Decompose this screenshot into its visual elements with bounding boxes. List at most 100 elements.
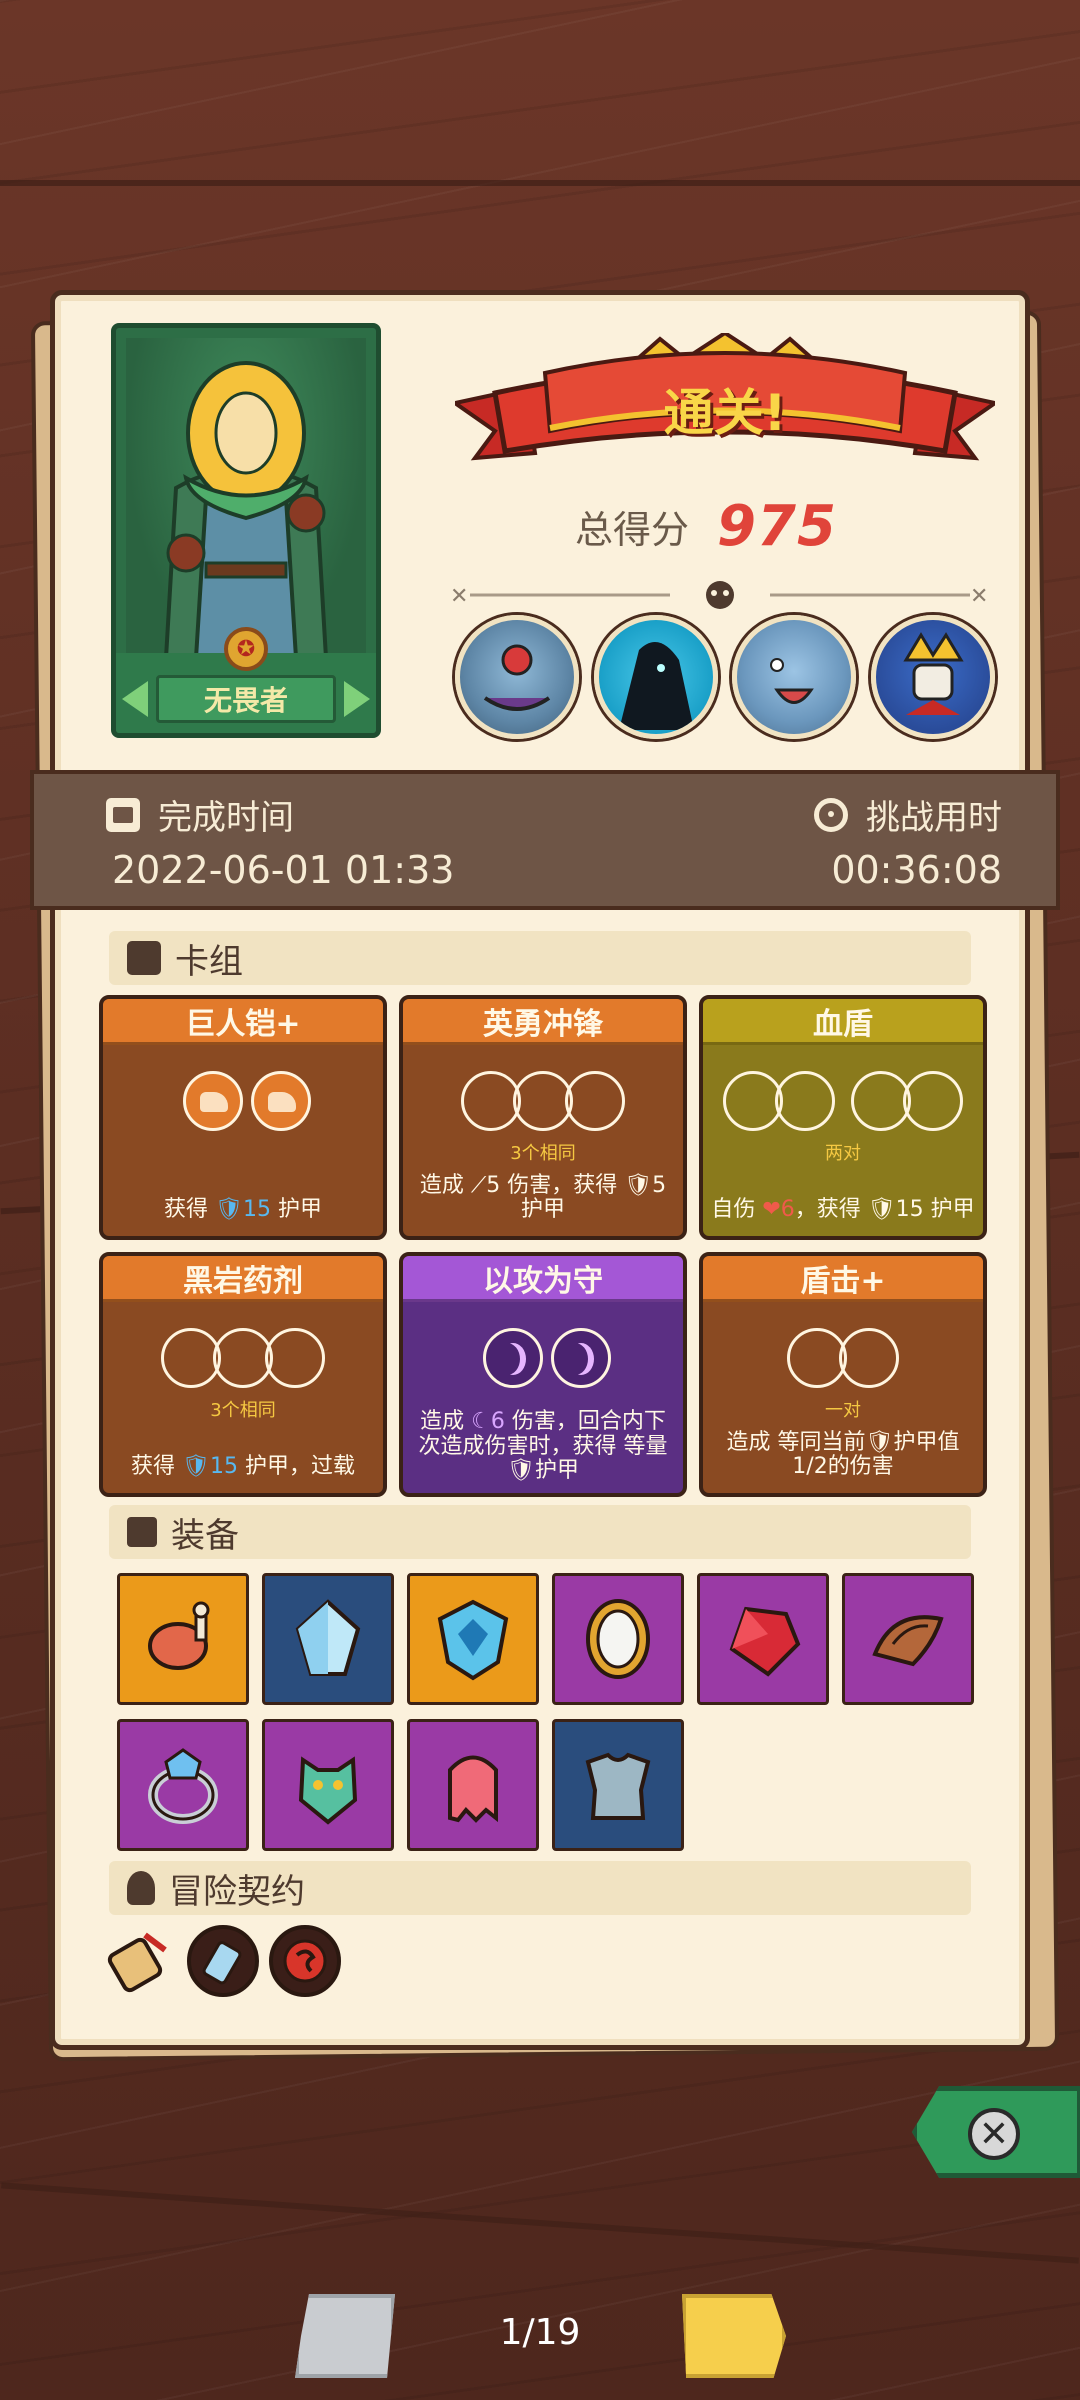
- score-value: 975: [717, 493, 837, 559]
- dice-slots: [103, 1071, 383, 1135]
- card-description: 获得 🛡15 护甲，过载: [131, 1453, 355, 1479]
- mirror-icon[interactable]: [552, 1573, 684, 1705]
- dice-slot-icon: [775, 1071, 835, 1131]
- defeated-bosses: [455, 615, 995, 745]
- dice-slots: [703, 1071, 983, 1135]
- dice-slot-icon: [513, 1071, 573, 1131]
- prev-hero-arrow-icon[interactable]: [122, 681, 148, 717]
- card-title: 巨人铠+: [103, 999, 383, 1045]
- crossed-swords-divider-icon: ✕ ✕: [450, 581, 988, 609]
- completion-time-header: 完成时间: [106, 790, 294, 839]
- close-icon[interactable]: ✕: [968, 2108, 1020, 2160]
- card-brave-charge[interactable]: 英勇冲锋 3个相同 造成 ⟋5 伤害，获得 🛡5 护甲: [399, 995, 687, 1240]
- dice-slot-icon: [265, 1328, 325, 1388]
- dice-slot-icon: [461, 1071, 521, 1131]
- next-page-button[interactable]: [682, 2294, 786, 2378]
- card-condition: 一对: [825, 1400, 861, 1421]
- card-blackrock-potion[interactable]: 黑岩药剂 3个相同 获得 🛡15 护甲，过载: [99, 1252, 387, 1497]
- card-description: 造成 ☾6 伤害，回合内下次造成伤害时，获得 等量🛡护甲: [418, 1409, 668, 1483]
- equipment-section-header: 装备: [109, 1505, 971, 1559]
- card-title: 血盾: [703, 999, 983, 1045]
- completion-time-label: 完成时间: [158, 798, 294, 838]
- time-band: 完成时间 挑战用时 2022-06-01 01:33 00:36:08: [30, 770, 1060, 910]
- challenge-time-label: 挑战用时: [866, 798, 1002, 838]
- svg-text:✕: ✕: [450, 584, 468, 609]
- challenge-time-value: 00:36:08: [831, 848, 1002, 892]
- moon-dice-slot-icon: [483, 1328, 543, 1388]
- boss-4-icon[interactable]: [870, 615, 995, 739]
- contracts-list: [105, 1925, 341, 1997]
- cards-icon: [127, 941, 161, 975]
- dice-slot-icon: [161, 1328, 221, 1388]
- boss-2-icon[interactable]: [593, 615, 718, 739]
- next-hero-arrow-icon[interactable]: [344, 681, 370, 717]
- victory-banner: 通关!: [450, 330, 1000, 483]
- cube-icon: [127, 1517, 157, 1547]
- hero-portrait[interactable]: ✪ 无畏者: [111, 323, 381, 738]
- equipment-grid: [117, 1573, 987, 1851]
- boss-1-icon[interactable]: [455, 615, 579, 739]
- dice-slots: [403, 1071, 683, 1135]
- card-title: 盾击+: [703, 1256, 983, 1302]
- slime-icon[interactable]: [407, 1719, 539, 1851]
- card-giant-armor[interactable]: 巨人铠+ 获得 🛡15 护甲: [99, 995, 387, 1240]
- prev-page-button[interactable]: [295, 2294, 395, 2378]
- card-condition: 3个相同: [210, 1400, 276, 1421]
- score-label: 总得分: [575, 507, 690, 552]
- card-title: 以攻为守: [403, 1256, 683, 1302]
- victory-title: 通关!: [663, 384, 787, 442]
- completion-time-value: 2022-06-01 01:33: [112, 848, 455, 892]
- card-title: 英勇冲锋: [403, 999, 683, 1045]
- dice-slots: [703, 1328, 983, 1392]
- stopwatch-icon: [814, 797, 848, 832]
- card-description: 造成 等同当前🛡护甲值1/2的伤害: [726, 1429, 960, 1479]
- ruby-icon[interactable]: [697, 1573, 829, 1705]
- hero-figure-icon: [163, 361, 329, 660]
- card-description: 获得 🛡15 护甲: [164, 1196, 322, 1222]
- medal-icon: ✪: [224, 627, 268, 671]
- shield-gem-icon[interactable]: [407, 1573, 539, 1705]
- challenge-time-header: 挑战用时: [814, 790, 1002, 839]
- boss-divider: ✕ ✕: [440, 575, 1000, 615]
- deck-section-header: 卡组: [109, 931, 971, 985]
- card-condition: 两对: [825, 1143, 861, 1164]
- scroll-icon[interactable]: [105, 1925, 177, 1997]
- card-description: 自伤 ❤6，获得 🛡15 护甲: [711, 1196, 975, 1222]
- dice-slots: [103, 1328, 383, 1392]
- meat-icon[interactable]: [117, 1573, 249, 1705]
- dice-slot-icon: [565, 1071, 625, 1131]
- armor-icon[interactable]: [552, 1719, 684, 1851]
- card-title: 黑岩药剂: [103, 1256, 383, 1302]
- svg-text:✕: ✕: [970, 584, 988, 609]
- dice-slot-icon: [787, 1328, 847, 1388]
- hero-art: [126, 338, 366, 660]
- crystal-icon[interactable]: [262, 1573, 394, 1705]
- score-row: 总得分 975: [575, 491, 837, 561]
- pauldron-icon[interactable]: [842, 1573, 974, 1705]
- red-seal-icon[interactable]: [269, 1925, 341, 1997]
- page-indicator: 1/19: [499, 2312, 581, 2353]
- dice-slot-icon: [183, 1071, 243, 1131]
- ring-icon[interactable]: [117, 1719, 249, 1851]
- contracts-section-title: 冒险契约: [169, 1871, 305, 1912]
- demon-mask-icon[interactable]: [262, 1719, 394, 1851]
- contracts-section-header: 冒险契约: [109, 1861, 971, 1915]
- equipment-section-title: 装备: [171, 1515, 239, 1556]
- person-icon: [127, 1871, 155, 1905]
- boss-3-icon[interactable]: [732, 615, 857, 739]
- plank-line: [1, 2182, 1079, 2264]
- dice-slot-icon: [213, 1328, 273, 1388]
- card-condition: 3个相同: [510, 1143, 576, 1164]
- card-shield-bash[interactable]: 盾击+ 一对 造成 等同当前🛡护甲值1/2的伤害: [699, 1252, 987, 1497]
- card-offense-as-defense[interactable]: 以攻为守 造成 ☾6 伤害，回合内下次造成伤害时，获得 等量🛡护甲: [399, 1252, 687, 1497]
- dice-slot-icon: [851, 1071, 911, 1131]
- bottle-contract-icon[interactable]: [187, 1925, 259, 1997]
- dice-slot-icon: [903, 1071, 963, 1131]
- dice-slot-icon: [251, 1071, 311, 1131]
- moon-dice-slot-icon: [551, 1328, 611, 1388]
- card-condition: [103, 1139, 383, 1165]
- hero-name: 无畏者: [156, 675, 336, 723]
- card-blood-shield[interactable]: 血盾 两对 自伤 ❤6，获得 🛡15 护甲: [699, 995, 987, 1240]
- dice-slot-icon: [723, 1071, 783, 1131]
- deck-cards: 巨人铠+ 获得 🛡15 护甲 英勇冲锋 3个相同 造成 ⟋5 伤害，获得 🛡5 …: [99, 995, 989, 1497]
